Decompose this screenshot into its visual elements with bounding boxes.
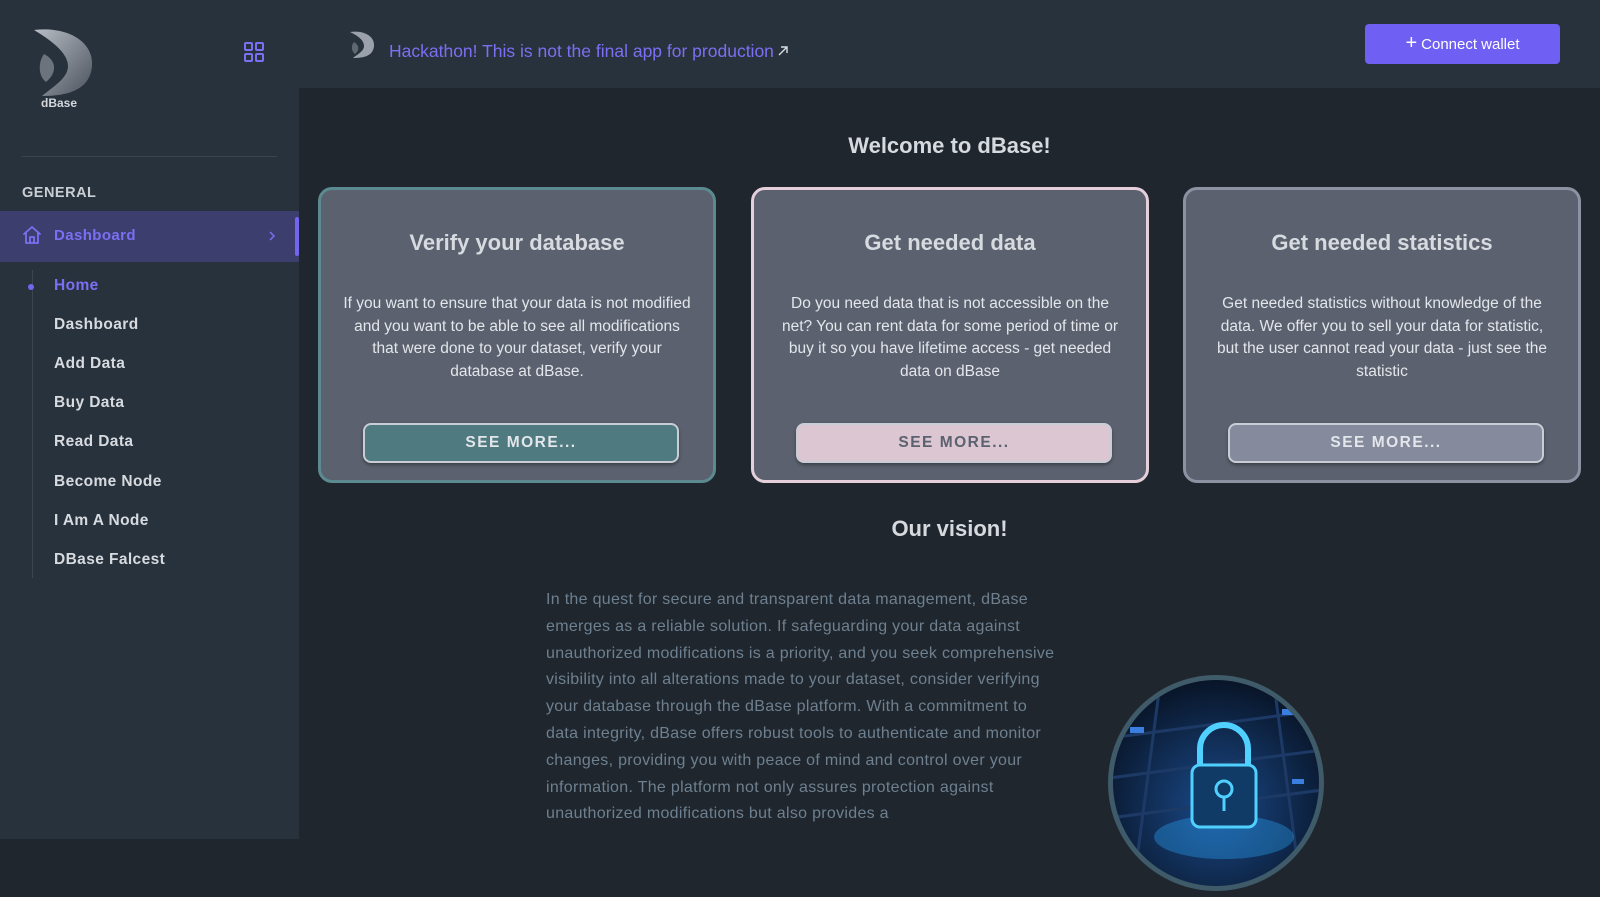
- grid-icon[interactable]: [243, 41, 265, 63]
- card-get-needed-data: Get needed data Do you need data that is…: [751, 187, 1149, 483]
- card-title: Get needed statistics: [1271, 230, 1493, 255]
- section-title: GENERAL: [22, 185, 97, 201]
- see-more-button[interactable]: SEE MORE...: [363, 423, 679, 463]
- see-more-button[interactable]: SEE MORE...: [796, 423, 1112, 463]
- vision-title: Our vision!: [891, 516, 1008, 541]
- active-indicator: [295, 217, 299, 256]
- card-text: Do you need data that is not accessible …: [781, 295, 1119, 380]
- top-header: Hackathon! This is not the final app for…: [299, 0, 1600, 88]
- subnav-item-buy-data[interactable]: Buy Data: [54, 394, 124, 420]
- hackathon-notice-link[interactable]: Hackathon! This is not the final app for…: [389, 41, 790, 62]
- subnav-item-home[interactable]: Home: [54, 277, 99, 303]
- vision-text: In the quest for secure and transparent …: [546, 591, 1055, 823]
- welcome-title: Welcome to dBase!: [848, 133, 1051, 158]
- card-verify-database: Verify your database If you want to ensu…: [318, 187, 716, 483]
- see-more-button[interactable]: SEE MORE...: [1228, 423, 1544, 463]
- card-text: If you want to ensure that your data is …: [343, 295, 691, 380]
- subnav-item-dashboard[interactable]: Dashboard: [54, 316, 139, 342]
- subnav-item-read-data[interactable]: Read Data: [54, 433, 133, 459]
- external-link-icon: [778, 46, 788, 56]
- plus-icon: +: [1405, 31, 1418, 54]
- sidebar-item-label: Dashboard: [54, 227, 136, 244]
- lock-image: [1108, 675, 1324, 891]
- logo-text: dBase: [41, 96, 78, 110]
- card-text: Get needed statistics without knowledge …: [1216, 295, 1547, 380]
- hackathon-notice-text: Hackathon! This is not the final app for…: [389, 41, 774, 61]
- subnav-item-add-data[interactable]: Add Data: [54, 355, 125, 381]
- connect-wallet-button[interactable]: + Connect wallet: [1365, 24, 1560, 64]
- card-get-needed-statistics: Get needed statistics Get needed statist…: [1183, 187, 1581, 483]
- home-icon: [23, 226, 41, 244]
- dbase-logo-small-icon: [350, 31, 375, 58]
- subnav-item-become-node[interactable]: Become Node: [54, 473, 162, 499]
- subnav-item-i-am-a-node[interactable]: I Am A Node: [54, 512, 149, 538]
- chevron-right-icon: [269, 231, 276, 241]
- sidebar: dBase GENERAL Dashboard Home Dashboard A…: [0, 0, 299, 839]
- sidebar-divider: [22, 156, 277, 157]
- sidebar-item-dashboard[interactable]: Dashboard: [0, 211, 299, 262]
- subnav-item-dbase-falcest[interactable]: DBase Falcest: [54, 551, 165, 577]
- active-dot: [28, 284, 34, 290]
- card-title: Verify your database: [409, 230, 625, 255]
- connect-wallet-label: Connect wallet: [1421, 35, 1520, 53]
- card-title: Get needed data: [864, 230, 1036, 255]
- subnav-line: [32, 270, 33, 578]
